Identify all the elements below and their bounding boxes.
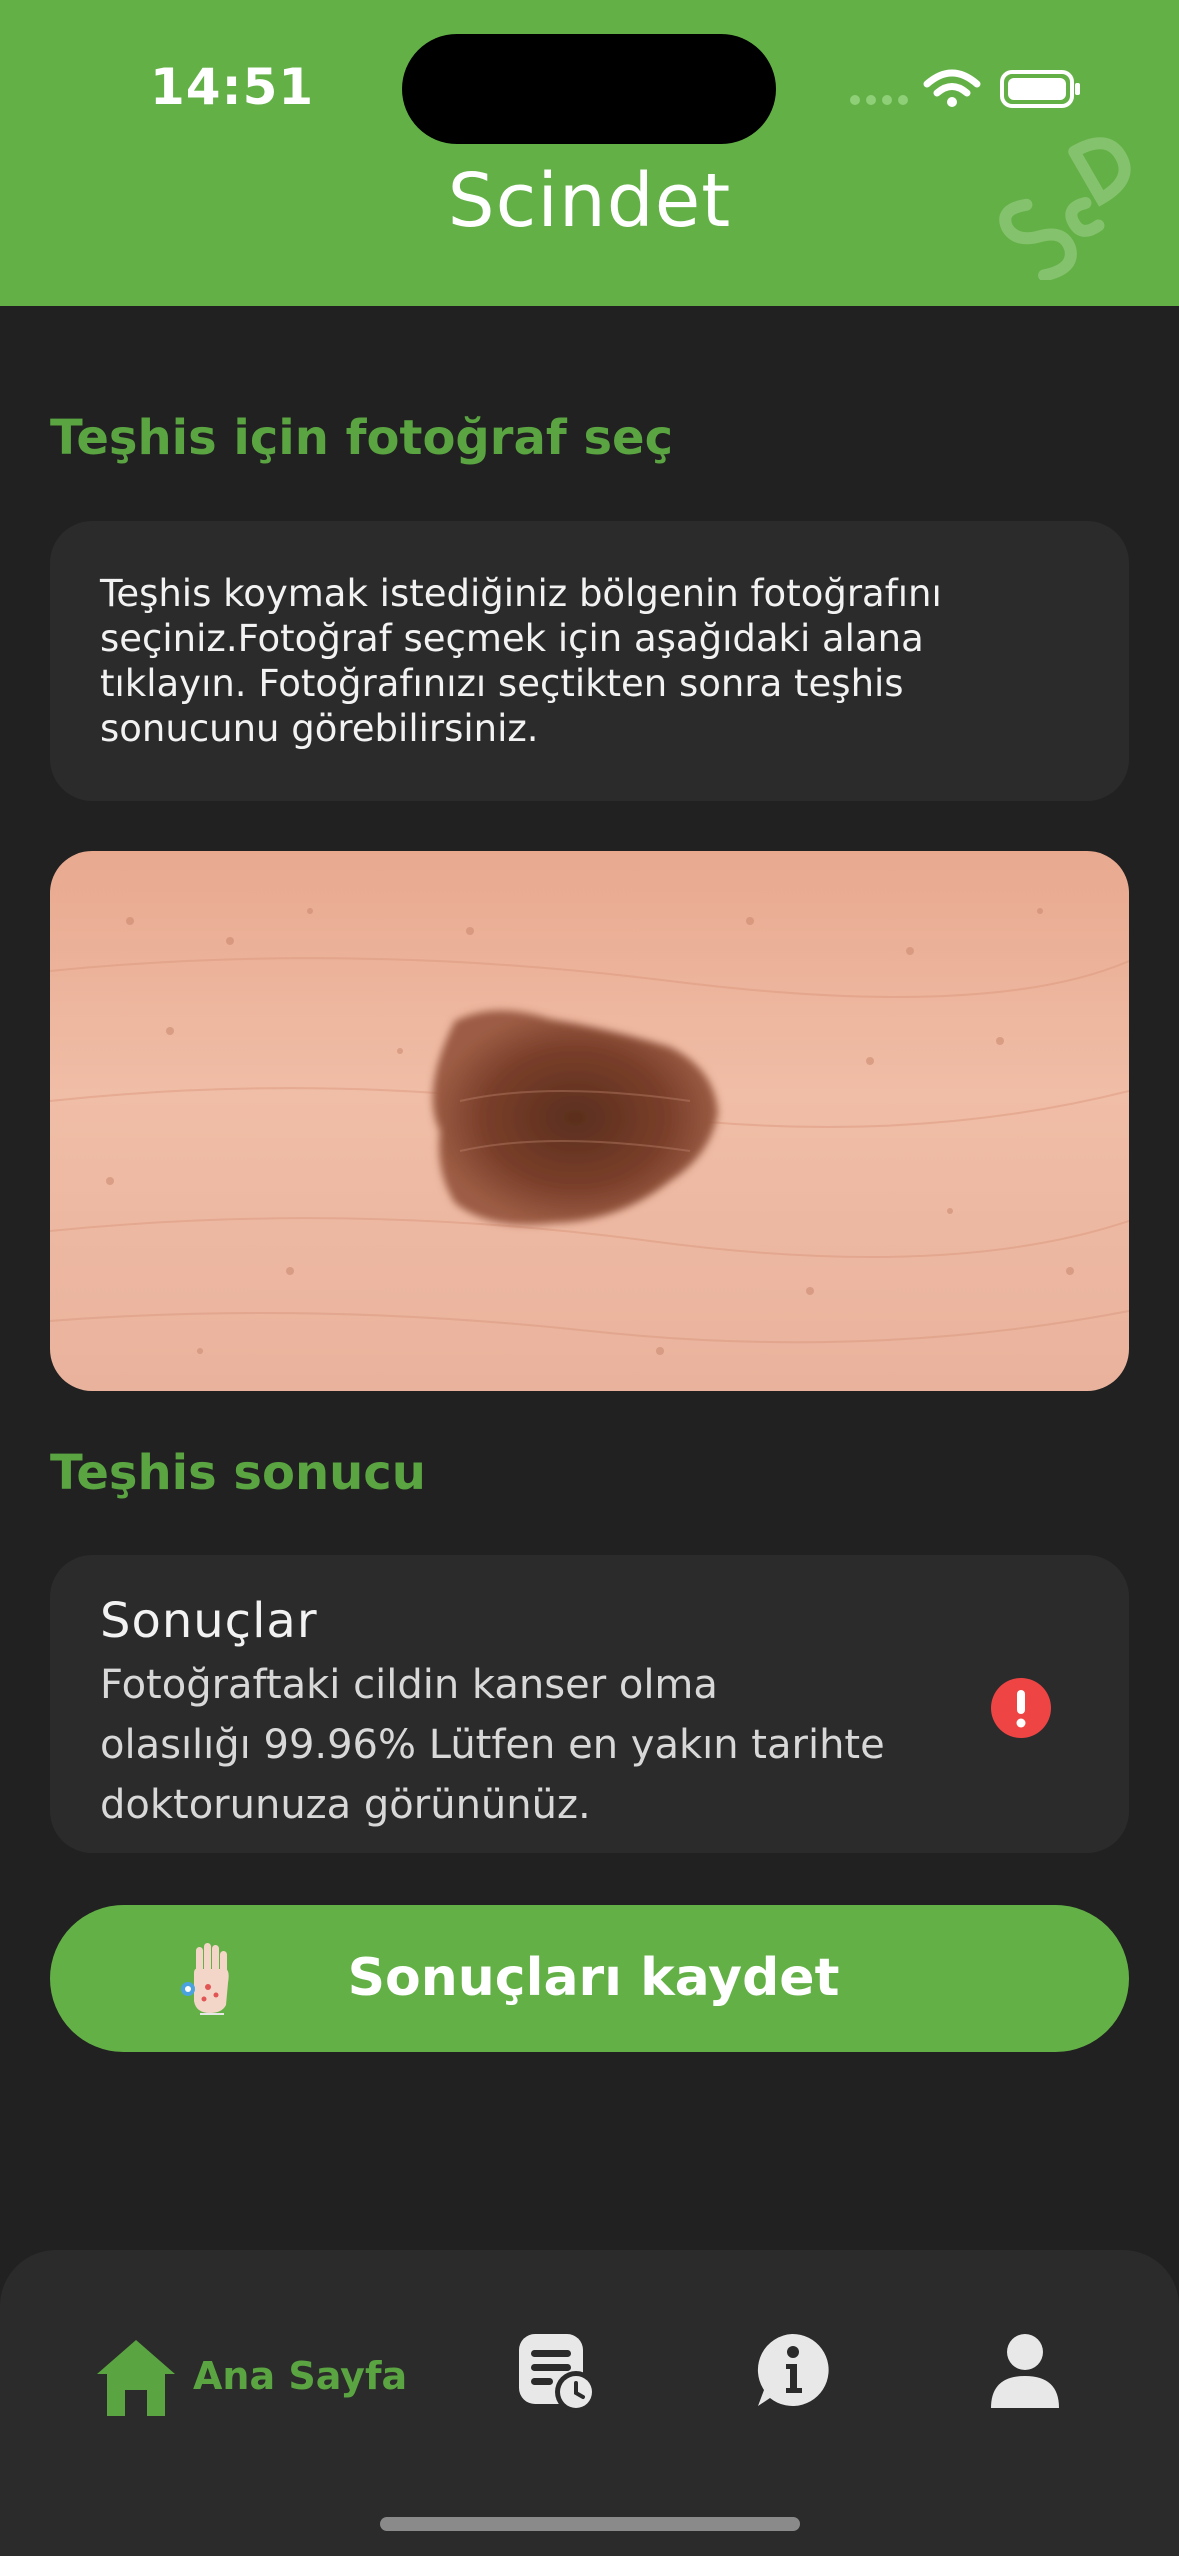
nav-profile[interactable]: [985, 2330, 1065, 2430]
screen: 14:51 Scindet Teşhis için fotoğraf seç T…: [0, 0, 1179, 2556]
exclamation-circle-icon: [991, 1678, 1051, 1738]
result-text: Fotoğraftaki cildin kanser olma olasılığ…: [100, 1655, 960, 1835]
profile-icon: [991, 2334, 1059, 2408]
info-icon: [757, 2333, 829, 2406]
dynamic-island: [402, 34, 776, 144]
status-time: 14:51: [150, 58, 315, 116]
bottom-nav: Ana Sayfa: [0, 2250, 1179, 2556]
instructions-line: tıklayın. Fotoğrafınızı seçtikten sonra …: [100, 662, 904, 705]
instructions-line: Teşhis koymak istediğiniz bölgenin fotoğ…: [100, 572, 942, 615]
instructions-line: seçiniz.Fotoğraf seçmek için aşağıdaki a…: [100, 617, 924, 660]
result-line: olasılığı 99.96% Lütfen en yakın tarihte: [100, 1722, 885, 1768]
photo-picker[interactable]: [50, 851, 1129, 1391]
result-line: Fotoğraftaki cildin kanser olma: [100, 1662, 718, 1708]
battery-icon: [1000, 70, 1080, 108]
logo-watermark: [999, 137, 1131, 280]
save-results-button[interactable]: Sonuçları kaydet: [50, 1905, 1129, 2052]
signal-icon: [850, 95, 908, 105]
nav-home-label: Ana Sayfa: [193, 2354, 408, 2398]
instructions-line: sonucunu görebilirsiniz.: [100, 707, 539, 750]
wifi-icon: [923, 69, 981, 107]
nav-info[interactable]: [752, 2330, 832, 2430]
result-title: Teşhis sonucu: [50, 1445, 426, 1501]
select-photo-title: Teşhis için fotoğraf seç: [50, 410, 674, 466]
result-line: doktorunuza görününüz.: [100, 1782, 591, 1828]
save-results-label: Sonuçları kaydet: [347, 1948, 840, 2008]
instructions-text: Teşhis koymak istediğiniz bölgenin fotoğ…: [100, 571, 1080, 751]
home-icon: [97, 2340, 175, 2416]
app-header: 14:51 Scindet: [0, 0, 1179, 306]
status-icons: [850, 69, 1080, 108]
home-indicator: [380, 2517, 800, 2531]
result-card: Sonuçlar Fotoğraftaki cildin kanser olma…: [50, 1555, 1129, 1853]
skin-lesion-photo: [50, 851, 1129, 1391]
history-icon: [519, 2334, 597, 2413]
nav-history[interactable]: [515, 2330, 601, 2430]
instructions-card: Teşhis koymak istediğiniz bölgenin fotoğ…: [50, 521, 1129, 801]
result-heading: Sonuçlar: [100, 1593, 318, 1649]
nav-home[interactable]: Ana Sayfa: [95, 2330, 408, 2430]
